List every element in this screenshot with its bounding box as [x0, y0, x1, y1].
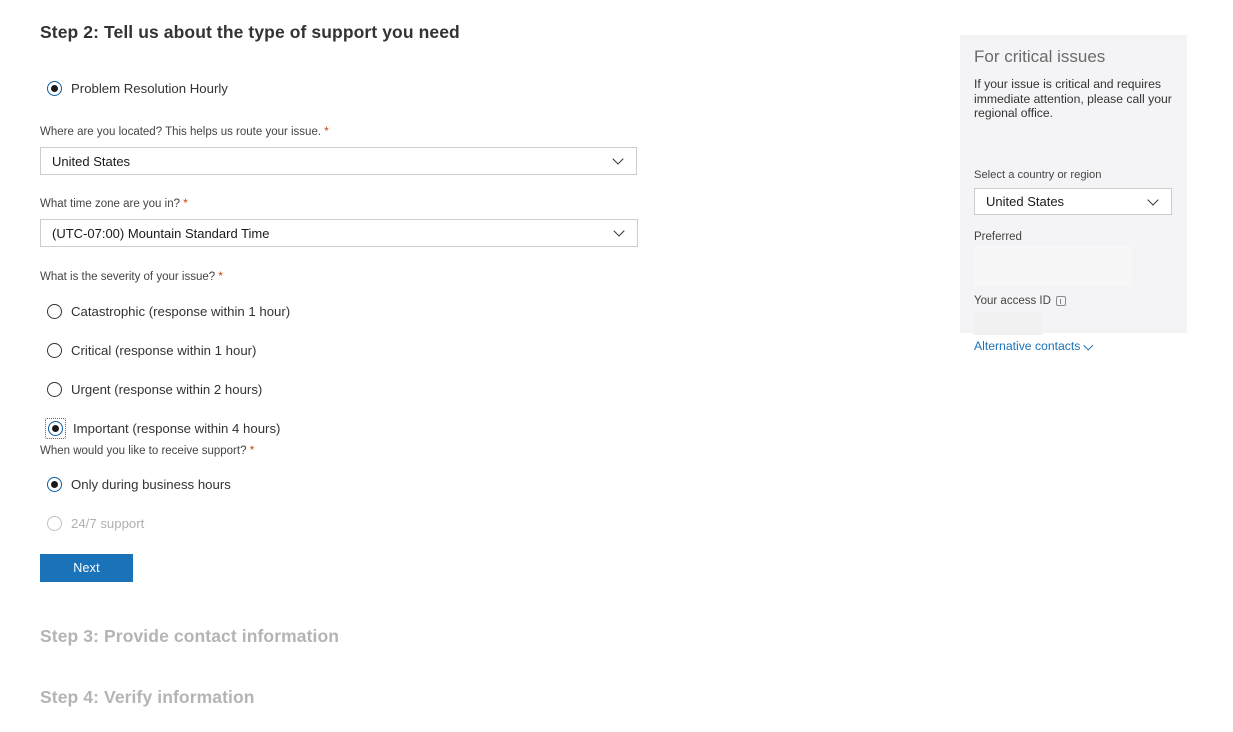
severity-label-text: What is the severity of your issue?	[40, 271, 215, 283]
preferred-placeholder-block	[974, 246, 1132, 286]
radio-label: Only during business hours	[71, 477, 231, 492]
radio-focus-ring	[45, 418, 66, 439]
timezone-field-label: What time zone are you in? *	[40, 198, 188, 210]
radio-label: Problem Resolution Hourly	[71, 81, 228, 96]
radio-indicator[interactable]	[47, 81, 62, 96]
severity-field-label: What is the severity of your issue? *	[40, 271, 223, 283]
radio-label: Critical (response within 1 hour)	[71, 343, 256, 358]
access-id-label: Your access ID	[974, 295, 1051, 307]
radio-timing-24-7-support: 24/7 support	[47, 512, 231, 534]
timing-field-label: When would you like to receive support? …	[40, 445, 254, 457]
preferred-label: Preferred	[974, 231, 1022, 243]
info-icon[interactable]	[1056, 296, 1066, 306]
radio-timing-business-hours[interactable]: Only during business hours	[47, 473, 231, 495]
chevron-down-icon	[614, 155, 624, 165]
radio-indicator[interactable]	[48, 421, 63, 436]
radio-indicator	[47, 516, 62, 531]
next-button[interactable]: Next	[40, 554, 133, 582]
required-asterisk: *	[183, 198, 187, 210]
timezone-select[interactable]: (UTC-07:00) Mountain Standard Time	[40, 219, 638, 247]
country-label-text: Where are you located? This helps us rou…	[40, 126, 321, 138]
country-select-value: United States	[52, 154, 130, 169]
radio-problem-resolution-hourly[interactable]: Problem Resolution Hourly	[47, 77, 228, 99]
radio-label: Important (response within 4 hours)	[73, 421, 280, 436]
timezone-select-value: (UTC-07:00) Mountain Standard Time	[52, 226, 269, 241]
timing-label-text: When would you like to receive support?	[40, 445, 246, 457]
chevron-down-icon	[615, 227, 625, 237]
radio-severity-catastrophic[interactable]: Catastrophic (response within 1 hour)	[47, 300, 290, 322]
panel-title: For critical issues	[974, 47, 1105, 67]
required-asterisk: *	[324, 126, 328, 138]
radio-severity-important[interactable]: Important (response within 4 hours)	[47, 417, 290, 439]
radio-label: Urgent (response within 2 hours)	[71, 382, 262, 397]
alternative-contacts-link[interactable]: Alternative contacts	[974, 339, 1094, 353]
timezone-label-text: What time zone are you in?	[40, 198, 180, 210]
severity-radio-group: Catastrophic (response within 1 hour) Cr…	[47, 300, 290, 456]
radio-severity-critical[interactable]: Critical (response within 1 hour)	[47, 339, 290, 361]
step-4-heading: Step 4: Verify information	[40, 687, 255, 708]
radio-severity-urgent[interactable]: Urgent (response within 2 hours)	[47, 378, 290, 400]
timing-radio-group: Only during business hours 24/7 support	[47, 473, 231, 551]
access-id-placeholder-block	[974, 312, 1042, 335]
required-asterisk: *	[218, 271, 222, 283]
panel-country-select-value: United States	[986, 194, 1064, 209]
chevron-down-icon	[1149, 196, 1159, 206]
radio-label: Catastrophic (response within 1 hour)	[71, 304, 290, 319]
required-asterisk: *	[250, 445, 254, 457]
alternative-contacts-label: Alternative contacts	[974, 339, 1080, 353]
radio-indicator[interactable]	[47, 343, 62, 358]
radio-label: 24/7 support	[71, 516, 144, 531]
chevron-down-icon	[1085, 342, 1094, 351]
step-2-heading: Step 2: Tell us about the type of suppor…	[40, 22, 460, 43]
radio-indicator[interactable]	[47, 304, 62, 319]
country-field-label: Where are you located? This helps us rou…	[40, 126, 329, 138]
critical-issues-panel: For critical issues If your issue is cri…	[960, 35, 1187, 333]
panel-body-text: If your issue is critical and requires i…	[974, 77, 1172, 121]
panel-country-select[interactable]: United States	[974, 188, 1172, 215]
step-3-heading: Step 3: Provide contact information	[40, 626, 339, 647]
radio-indicator[interactable]	[47, 382, 62, 397]
radio-indicator[interactable]	[47, 477, 62, 492]
country-select[interactable]: United States	[40, 147, 637, 175]
panel-country-label: Select a country or region	[974, 169, 1101, 181]
access-id-row: Your access ID	[974, 295, 1066, 307]
